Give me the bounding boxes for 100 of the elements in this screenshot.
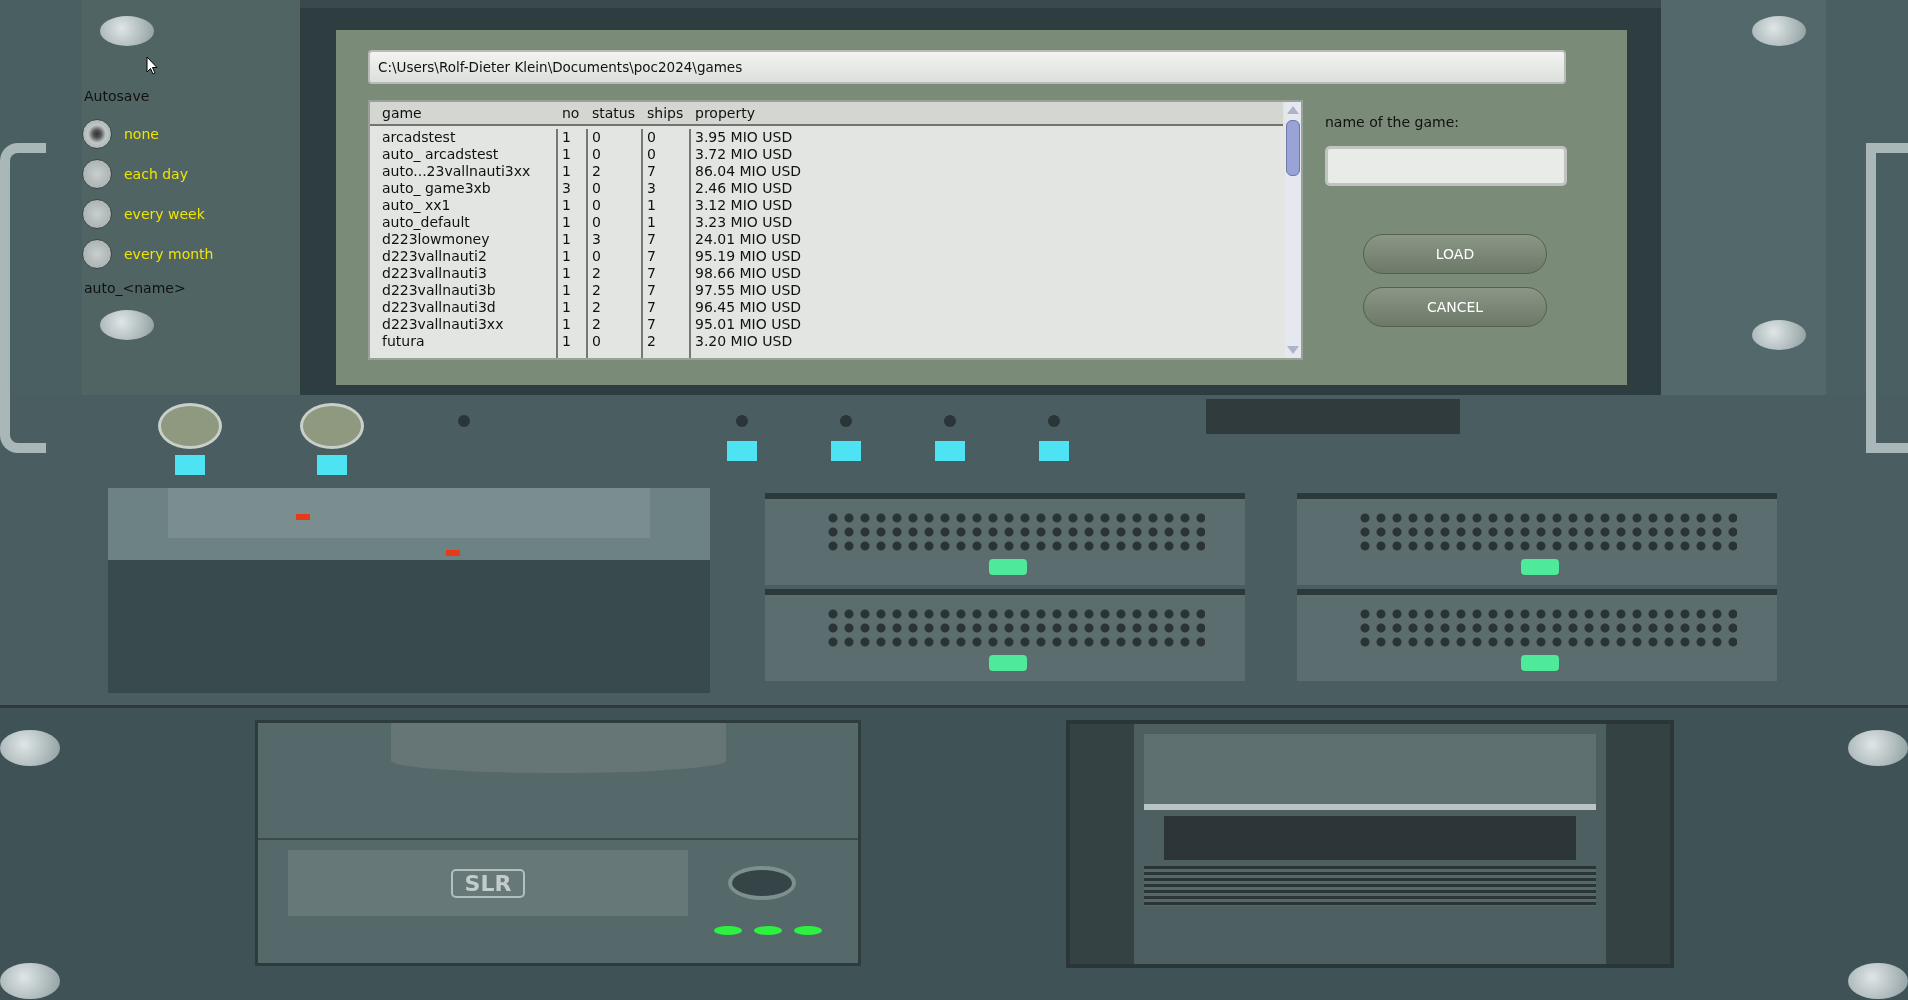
- game-name-field[interactable]: [1325, 146, 1567, 186]
- indicator-light: [831, 441, 861, 461]
- path-field[interactable]: C:\Users\Rolf-Dieter Klein\Documents\poc2024\games: [368, 50, 1566, 84]
- table-cell: 0: [588, 214, 643, 231]
- radio-button[interactable]: [82, 239, 112, 269]
- table-cell: 2: [588, 299, 643, 316]
- table-cell: d223vallnauti3d: [378, 299, 558, 316]
- table-cell-text: 24.01 MIO USD: [694, 231, 803, 248]
- table-cell: 7: [643, 248, 691, 265]
- table-cell: 7: [643, 265, 691, 282]
- screw-icon: [0, 730, 60, 766]
- scrollbar[interactable]: [1285, 102, 1301, 358]
- status-light: [754, 926, 782, 935]
- dialog-button[interactable]: LOAD: [1363, 234, 1547, 274]
- hole-icon: [736, 415, 748, 427]
- table-cell: 7: [643, 282, 691, 299]
- table-cell: 1: [643, 197, 691, 214]
- column-header[interactable]: property: [691, 105, 1283, 121]
- screw-icon: [1848, 963, 1908, 999]
- table-cell: futura: [378, 333, 558, 350]
- radio-label[interactable]: none: [124, 126, 159, 142]
- indicator-light: [727, 441, 757, 461]
- radio-label[interactable]: each day: [124, 166, 188, 182]
- table-cell: 1: [558, 282, 588, 299]
- table-cell: 1: [558, 146, 588, 163]
- table-cell-text: 3.95 MIO USD: [694, 129, 794, 146]
- radio-button[interactable]: [82, 199, 112, 229]
- column-header[interactable]: status: [588, 105, 643, 121]
- table-cell: 1: [558, 214, 588, 231]
- table-cell: 1: [643, 214, 691, 231]
- mouse-pointer-icon: [146, 56, 158, 76]
- table-cell: 3: [588, 231, 643, 248]
- indicator-light: [935, 441, 965, 461]
- table-cell: auto...23vallnauti3xx: [378, 163, 558, 180]
- table-cell-text: 3.72 MIO USD: [694, 146, 794, 163]
- table-cell: auto_ game3xb: [378, 180, 558, 197]
- radio-label[interactable]: every week: [124, 206, 205, 222]
- table-cell: 7: [643, 231, 691, 248]
- table-cell-text: 95.19 MIO USD: [694, 248, 803, 265]
- table-cell: 0: [588, 180, 643, 197]
- field-label: name of the game:: [1325, 114, 1460, 130]
- column-header[interactable]: no: [558, 105, 588, 121]
- table-cell: d223vallnauti3: [378, 265, 558, 282]
- table-cell: d223vallnauti3b: [378, 282, 558, 299]
- table-cell: d223vallnauti2: [378, 248, 558, 265]
- table-cell-text: 96.45 MIO USD: [694, 299, 803, 316]
- table-cell: 7: [643, 316, 691, 333]
- table-cell: auto_ arcadstest: [378, 146, 558, 163]
- table-cell-text: 97.55 MIO USD: [694, 282, 803, 299]
- radio-button[interactable]: [82, 159, 112, 189]
- indicator-light: [1039, 441, 1069, 461]
- table-cell: 0: [588, 333, 643, 350]
- hole-icon: [458, 415, 470, 427]
- screw-icon: [100, 310, 154, 340]
- table-cell: 2: [588, 316, 643, 333]
- status-light: [794, 926, 822, 935]
- indicator-light: [317, 455, 347, 475]
- table-cell: 7: [643, 299, 691, 316]
- hole-icon: [1048, 415, 1060, 427]
- table-cell: 1: [558, 265, 588, 282]
- dialog-button[interactable]: CANCEL: [1363, 287, 1547, 327]
- table-cell: 0: [588, 197, 643, 214]
- table-cell-text: 98.66 MIO USD: [694, 265, 803, 282]
- table-cell: 1: [558, 197, 588, 214]
- screw-icon: [100, 16, 154, 46]
- screw-icon: [1848, 730, 1908, 766]
- status-light: [714, 926, 742, 935]
- table-cell: 2: [588, 163, 643, 180]
- table-cell: 7: [643, 163, 691, 180]
- table-cell: 1: [558, 248, 588, 265]
- radio-button[interactable]: [82, 119, 112, 149]
- indicator-light: [175, 455, 205, 475]
- table-cell: 1: [558, 129, 588, 146]
- autosave-name-pattern: auto_<name>: [84, 280, 187, 296]
- column-header[interactable]: game: [378, 105, 558, 121]
- table-cell: 3: [643, 180, 691, 197]
- drive-logo: SLR: [450, 868, 526, 898]
- table-cell: 1: [558, 231, 588, 248]
- screw-icon: [1752, 320, 1806, 350]
- table-cell: 0: [643, 129, 691, 146]
- table-cell: 2: [588, 265, 643, 282]
- column-header[interactable]: ships: [643, 105, 691, 121]
- radio-label[interactable]: every month: [124, 246, 214, 262]
- table-cell: 1: [558, 299, 588, 316]
- table-cell: 0: [588, 248, 643, 265]
- table-cell: 3: [558, 180, 588, 197]
- table-cell: d223lowmoney: [378, 231, 558, 248]
- table-cell: 1: [558, 333, 588, 350]
- table-cell: auto_ xx1: [378, 197, 558, 214]
- autosave-title: Autosave: [84, 88, 151, 104]
- table-cell-text: 86.04 MIO USD: [694, 163, 803, 180]
- table-cell: 0: [588, 129, 643, 146]
- screw-icon: [0, 963, 60, 999]
- table-cell: arcadstest: [378, 129, 558, 146]
- table-cell: 1: [558, 316, 588, 333]
- table-cell: 2: [588, 282, 643, 299]
- screw-icon: [1752, 16, 1806, 46]
- table-cell: 2: [643, 333, 691, 350]
- table-cell: 0: [588, 146, 643, 163]
- hole-icon: [840, 415, 852, 427]
